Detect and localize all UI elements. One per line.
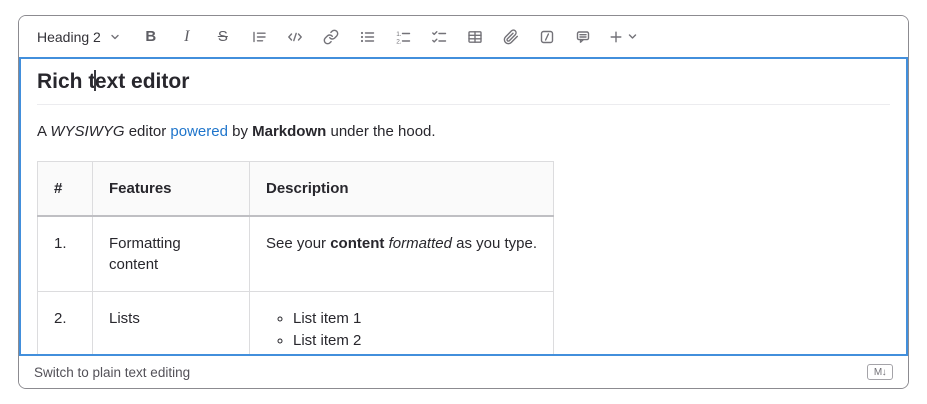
table-row: 2. Lists List item 1 List item 2 — [38, 292, 554, 357]
strikethrough-button[interactable]: S — [205, 21, 241, 53]
intro-text: under the hood. — [326, 123, 435, 140]
desc-italic-text: formatted — [389, 235, 452, 252]
link-icon — [323, 29, 339, 45]
comment-button[interactable] — [565, 21, 601, 53]
italic-button[interactable]: I — [169, 21, 205, 53]
quick-action-icon — [539, 29, 555, 45]
table-icon — [467, 29, 483, 45]
plus-icon — [608, 29, 624, 45]
intro-paragraph: A WYSIWYG editor powered by Markdown und… — [37, 121, 890, 142]
row-number-cell: 1. — [38, 216, 93, 292]
bullet-list-icon — [359, 29, 375, 45]
italic-icon: I — [184, 29, 189, 45]
bullet-list: List item 1 List item 2 — [266, 308, 537, 352]
attachment-icon — [503, 29, 519, 45]
heading-text-after-caret: ext editor — [95, 70, 190, 93]
row-number-cell: 2. — [38, 292, 93, 357]
table-header-number: # — [38, 162, 93, 217]
feature-cell: Formatting content — [93, 216, 250, 292]
task-list-icon — [431, 29, 447, 45]
editor-footer: Switch to plain text editing M↓ — [19, 356, 908, 388]
task-list-button[interactable] — [421, 21, 457, 53]
table-header-row: # Features Description — [38, 162, 554, 217]
intro-text: by — [228, 123, 252, 140]
description-cell: See your content formatted as you type. — [250, 216, 554, 292]
ordered-list-button[interactable]: 1. 2. — [385, 21, 421, 53]
ordered-list-icon: 1. 2. — [395, 29, 411, 45]
text-style-label: Heading 2 — [37, 29, 101, 45]
strikethrough-icon: S — [218, 29, 228, 44]
text-style-dropdown[interactable]: Heading 2 — [29, 21, 127, 53]
intro-text: A — [37, 123, 50, 140]
bold-button[interactable]: B — [133, 21, 169, 53]
intro-text: editor — [125, 123, 171, 140]
quote-icon — [251, 29, 267, 45]
markdown-badge[interactable]: M↓ — [867, 364, 893, 380]
table-header-features: Features — [93, 162, 250, 217]
desc-text: as you type. — [452, 235, 537, 252]
list-item: List item 2 — [293, 330, 537, 352]
intro-italic-text: WYSIWYG — [50, 123, 124, 140]
feature-cell: Lists — [93, 292, 250, 357]
bold-icon: B — [145, 29, 156, 44]
chevron-down-icon — [109, 31, 121, 43]
desc-bold-text: content — [330, 235, 384, 252]
svg-text:1.: 1. — [396, 31, 402, 38]
link-button[interactable] — [313, 21, 349, 53]
table-button[interactable] — [457, 21, 493, 53]
switch-to-plain-text-link[interactable]: Switch to plain text editing — [34, 365, 190, 380]
powered-link[interactable]: powered — [170, 123, 228, 140]
code-button[interactable] — [277, 21, 313, 53]
chevron-down-icon — [627, 31, 638, 42]
description-cell: List item 1 List item 2 — [250, 292, 554, 357]
heading-text-before-caret: Rich t — [37, 70, 95, 93]
more-options-button[interactable] — [601, 21, 645, 53]
attachment-button[interactable] — [493, 21, 529, 53]
bullet-list-button[interactable] — [349, 21, 385, 53]
editor-toolbar: Heading 2 B I S — [19, 16, 908, 57]
features-table: # Features Description 1. Formatting con… — [37, 161, 554, 356]
list-item: List item 1 — [293, 308, 537, 330]
quick-action-button[interactable] — [529, 21, 565, 53]
table-header-description: Description — [250, 162, 554, 217]
intro-bold-text: Markdown — [252, 123, 326, 140]
desc-text: See your — [266, 235, 330, 252]
quote-button[interactable] — [241, 21, 277, 53]
svg-text:2.: 2. — [396, 38, 402, 45]
code-icon — [287, 29, 303, 45]
comment-icon — [575, 29, 591, 45]
document-heading: Rich text editor — [37, 70, 890, 105]
editor-content-area[interactable]: Rich text editor A WYSIWYG editor powere… — [19, 57, 908, 356]
rich-text-editor-widget: Heading 2 B I S — [18, 15, 909, 389]
table-row: 1. Formatting content See your content f… — [38, 216, 554, 292]
